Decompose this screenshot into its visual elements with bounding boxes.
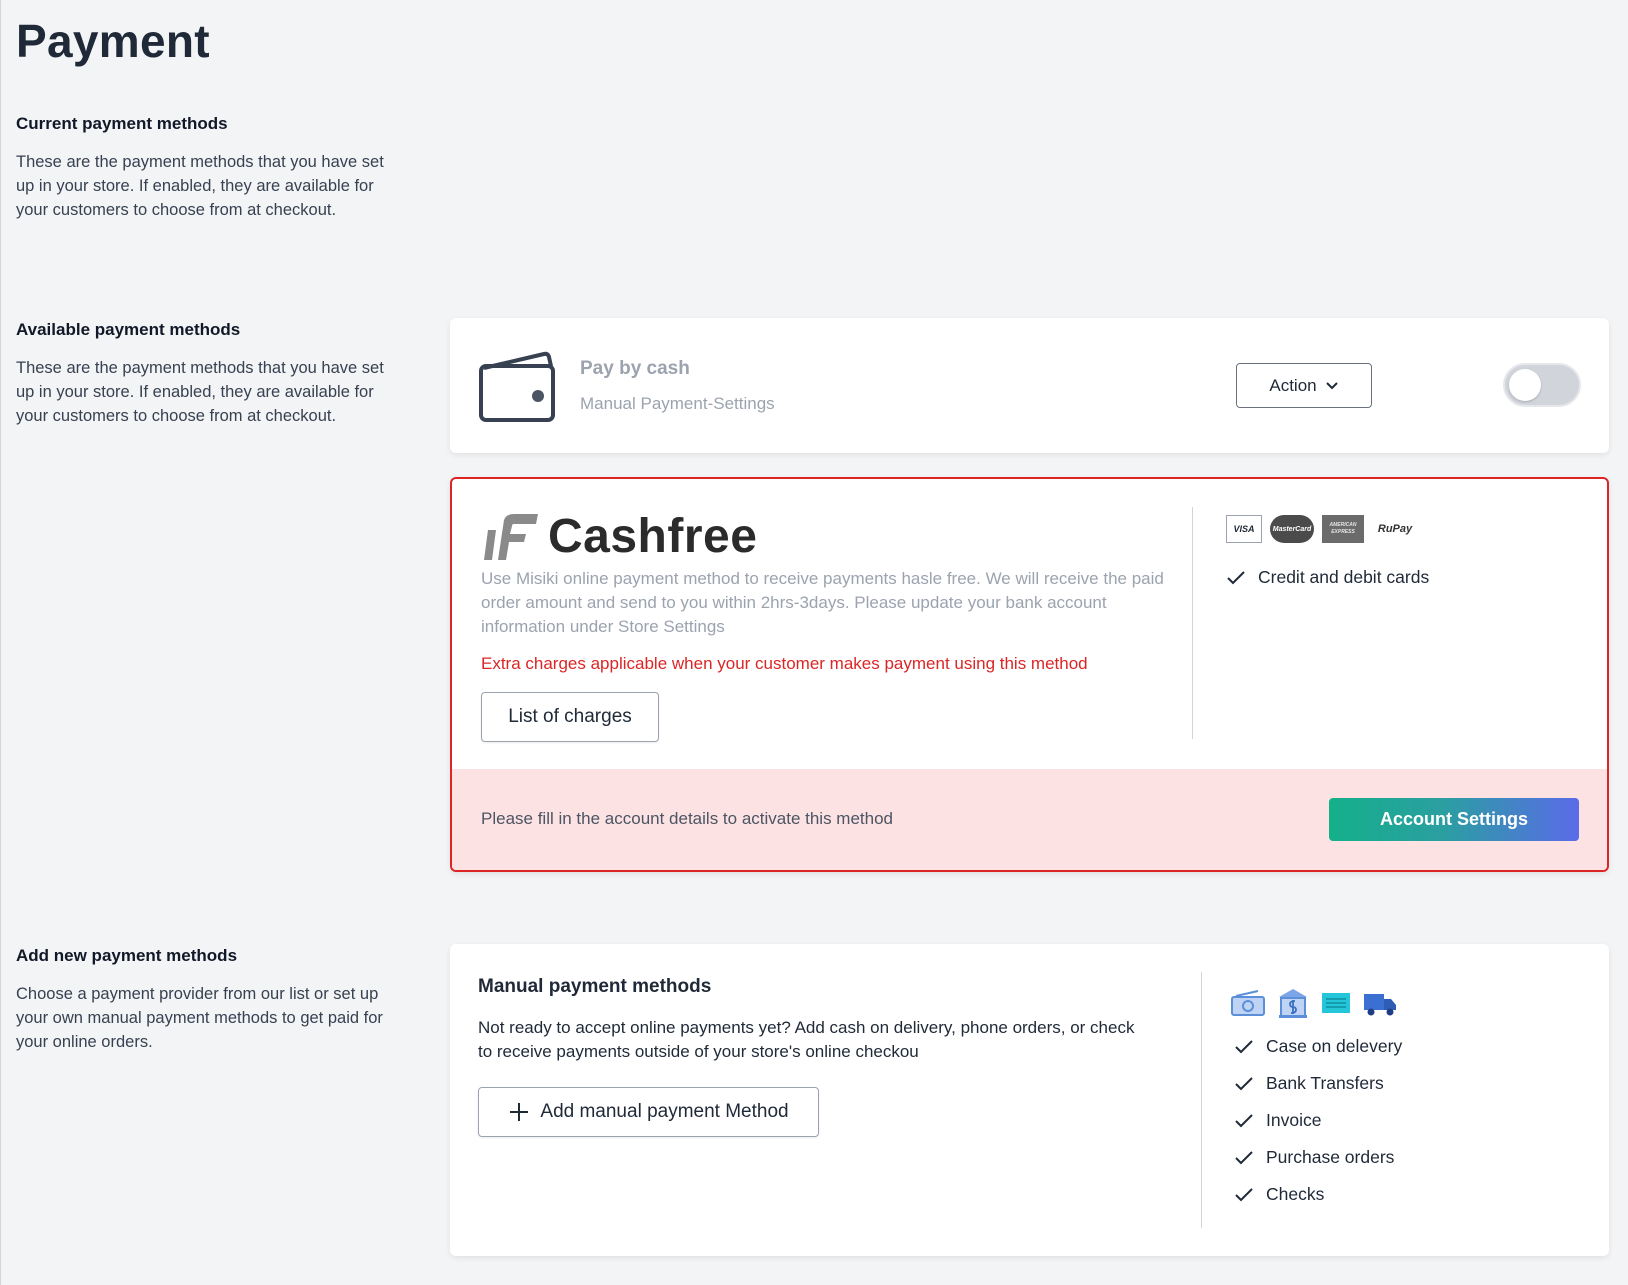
extra-charges-notice: Extra charges applicable when your custo… xyxy=(481,654,1088,673)
manual-method-icons xyxy=(1230,986,1398,1020)
check-icon xyxy=(1235,1150,1253,1164)
invoice-icon xyxy=(1322,993,1350,1013)
cash-method-subtitle: Manual Payment-Settings xyxy=(580,394,775,413)
feature-label: Invoice xyxy=(1266,1110,1322,1130)
bank-icon xyxy=(1279,989,1307,1018)
cash-enable-toggle[interactable] xyxy=(1503,363,1581,407)
section-heading: Add new payment methods xyxy=(16,946,238,965)
left-border xyxy=(0,0,1,1285)
page-title: Payment xyxy=(16,15,210,67)
cash-icon xyxy=(1231,990,1265,1016)
list-item: Bank Transfers xyxy=(1234,1073,1402,1094)
feature-label: Purchase orders xyxy=(1266,1147,1395,1167)
section-heading: Current payment methods xyxy=(16,114,228,133)
list-item: Case on delevery xyxy=(1234,1036,1402,1057)
section-description: These are the payment methods that you h… xyxy=(16,153,384,219)
cashfree-description: Use Misiki online payment method to rece… xyxy=(481,569,1164,636)
cashfree-brand-text: Cashfree xyxy=(548,510,758,563)
feature-label: Checks xyxy=(1266,1184,1325,1204)
chevron-down-icon xyxy=(1325,381,1338,389)
visa-logo: VISA xyxy=(1226,515,1262,543)
list-item: Purchase orders xyxy=(1234,1147,1402,1168)
mastercard-logo: MasterCard xyxy=(1270,515,1314,543)
feature-label: Case on delevery xyxy=(1266,1036,1403,1056)
current-methods-section: Current payment methods These are the pa… xyxy=(16,114,396,222)
rupay-logo: RuPay xyxy=(1377,523,1413,535)
activation-message: Please fill in the account details to ac… xyxy=(481,809,894,828)
plus-icon xyxy=(510,1103,529,1121)
action-dropdown-button[interactable]: Action xyxy=(1236,363,1372,408)
list-item: Invoice xyxy=(1234,1110,1402,1131)
add-button-label: Add manual payment Method xyxy=(540,1101,789,1122)
manual-methods-description: Not ready to accept online payments yet?… xyxy=(478,1018,1135,1061)
check-icon xyxy=(1235,1076,1253,1090)
wallet-icon xyxy=(479,351,555,422)
list-item: Checks xyxy=(1234,1184,1402,1205)
check-icon xyxy=(1235,1039,1253,1053)
vertical-divider xyxy=(1201,972,1202,1228)
available-methods-section: Available payment methods These are the … xyxy=(16,320,396,428)
card-network-logos: VISA MasterCard AMERICAN EXPRESS RuPay xyxy=(1226,515,1418,543)
pay-by-cash-card: Pay by cash Manual Payment-Settings Acti… xyxy=(450,318,1609,453)
activation-footer: Please fill in the account details to ac… xyxy=(452,769,1607,870)
feature-item: Credit and debit cards xyxy=(1226,567,1429,588)
section-description: Choose a payment provider from our list … xyxy=(16,985,383,1051)
cashfree-card: Cashfree Use Misiki online payment metho… xyxy=(450,477,1609,872)
check-icon xyxy=(1227,570,1245,584)
section-description: These are the payment methods that you h… xyxy=(16,359,384,425)
action-label: Action xyxy=(1269,375,1317,395)
feature-label: Bank Transfers xyxy=(1266,1073,1384,1093)
cashfree-mark-icon xyxy=(484,513,538,560)
manual-features-list: Case on delevery Bank Transfers Invoice … xyxy=(1234,1036,1402,1205)
manual-methods-title: Manual payment methods xyxy=(478,976,712,997)
toggle-knob xyxy=(1509,369,1541,401)
amex-logo: AMERICAN EXPRESS xyxy=(1322,515,1364,543)
cashfree-logo: Cashfree xyxy=(480,509,757,564)
truck-icon xyxy=(1364,994,1396,1016)
check-icon xyxy=(1235,1187,1253,1201)
add-new-methods-section: Add new payment methods Choose a payment… xyxy=(16,946,396,1054)
feature-label: Credit and debit cards xyxy=(1258,567,1430,587)
manual-payment-card: Manual payment methods Not ready to acce… xyxy=(450,944,1609,1256)
account-settings-button[interactable]: Account Settings xyxy=(1329,798,1579,841)
vertical-divider xyxy=(1192,507,1193,739)
list-of-charges-button[interactable]: List of charges xyxy=(481,692,659,742)
check-icon xyxy=(1235,1113,1253,1127)
cash-method-title: Pay by cash xyxy=(580,358,690,379)
section-heading: Available payment methods xyxy=(16,320,241,339)
add-manual-method-button[interactable]: Add manual payment Method xyxy=(478,1087,819,1137)
